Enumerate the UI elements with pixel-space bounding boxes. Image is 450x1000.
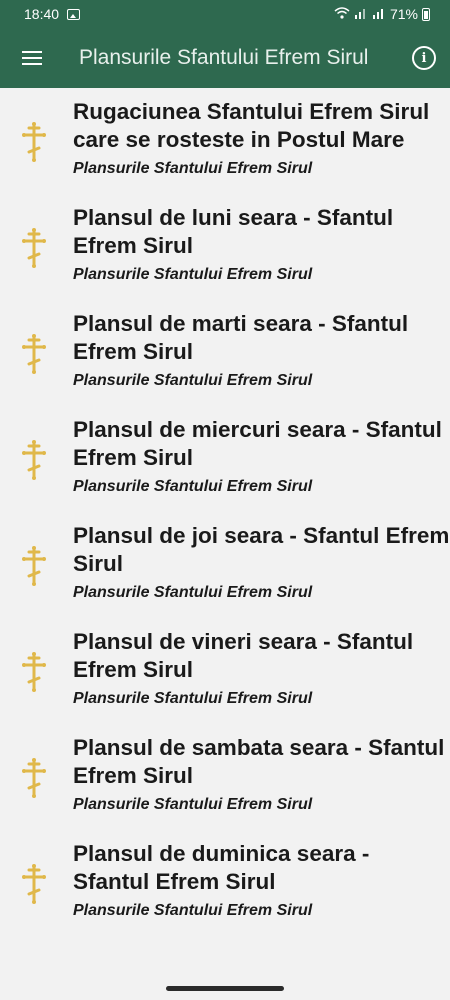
photo-icon <box>67 8 81 20</box>
battery-icon <box>422 7 430 21</box>
signal-icon <box>372 6 386 22</box>
list-item[interactable]: Plansul de marti seara - Sfantul Efrem S… <box>0 300 450 406</box>
item-title: Plansul de vineri seara - Sfantul Efrem … <box>73 629 414 682</box>
orthodox-cross-icon <box>22 758 46 798</box>
item-subtitle: Plansurile Sfantului Efrem Sirul <box>73 902 313 919</box>
battery-percent: 71% <box>389 6 418 22</box>
info-icon: i <box>421 50 427 66</box>
item-title: Plansul de sambata seara - Sfantul Efrem… <box>73 735 445 788</box>
orthodox-cross-icon <box>22 546 46 586</box>
item-subtitle: Plansurile Sfantului Efrem Sirul <box>73 266 313 283</box>
app-bar: Plansurile Sfantului Efrem Sirul i <box>0 28 450 88</box>
menu-button[interactable] <box>0 28 64 88</box>
item-subtitle: Plansurile Sfantului Efrem Sirul <box>73 796 313 813</box>
status-bar: 18:40 71% <box>0 0 450 28</box>
item-subtitle: Plansurile Sfantului Efrem Sirul <box>73 690 313 707</box>
list-item[interactable]: Plansul de vineri seara - Sfantul Efrem … <box>0 618 450 724</box>
item-title: Plansul de marti seara - Sfantul Efrem S… <box>73 311 409 364</box>
orthodox-cross-icon <box>22 864 46 904</box>
list-item[interactable]: Plansul de sambata seara - Sfantul Efrem… <box>0 724 450 830</box>
prayer-list: Rugaciunea Sfantului Efrem Sirul care se… <box>0 88 450 936</box>
list-item[interactable]: Plansul de miercuri seara - Sfantul Efre… <box>0 406 450 512</box>
list-item[interactable]: Rugaciunea Sfantului Efrem Sirul care se… <box>0 88 450 194</box>
orthodox-cross-icon <box>22 122 46 162</box>
list-item[interactable]: Plansul de joi seara - Sfantul Efrem Sir… <box>0 512 450 618</box>
status-icons: 71% <box>334 0 430 28</box>
item-title: Plansul de luni seara - Sfantul Efrem Si… <box>73 205 394 258</box>
item-subtitle: Plansurile Sfantului Efrem Sirul <box>73 160 313 177</box>
orthodox-cross-icon <box>22 440 46 480</box>
info-button[interactable]: i <box>412 46 436 70</box>
wifi-icon <box>334 6 350 22</box>
orthodox-cross-icon <box>22 228 46 268</box>
hamburger-menu-icon <box>22 51 42 65</box>
navigation-bar <box>0 970 450 1000</box>
item-title: Plansul de miercuri seara - Sfantul Efre… <box>73 417 442 470</box>
app-title: Plansurile Sfantului Efrem Sirul <box>79 46 369 69</box>
item-subtitle: Plansurile Sfantului Efrem Sirul <box>73 584 313 601</box>
orthodox-cross-icon <box>22 652 46 692</box>
list-item[interactable]: Plansul de luni seara - Sfantul Efrem Si… <box>0 194 450 300</box>
item-title: Rugaciunea Sfantului Efrem Sirul care se… <box>73 99 430 152</box>
orthodox-cross-icon <box>22 334 46 374</box>
home-gesture-handle[interactable] <box>166 986 284 991</box>
item-title: Plansul de joi seara - Sfantul Efrem Sir… <box>73 523 450 576</box>
list-item[interactable]: Plansul de duminica seara - Sfantul Efre… <box>0 830 450 936</box>
status-time: 18:40 <box>24 6 60 22</box>
item-title: Plansul de duminica seara - Sfantul Efre… <box>73 841 370 894</box>
item-subtitle: Plansurile Sfantului Efrem Sirul <box>73 372 313 389</box>
item-subtitle: Plansurile Sfantului Efrem Sirul <box>73 478 313 495</box>
signal-icon <box>354 6 368 22</box>
